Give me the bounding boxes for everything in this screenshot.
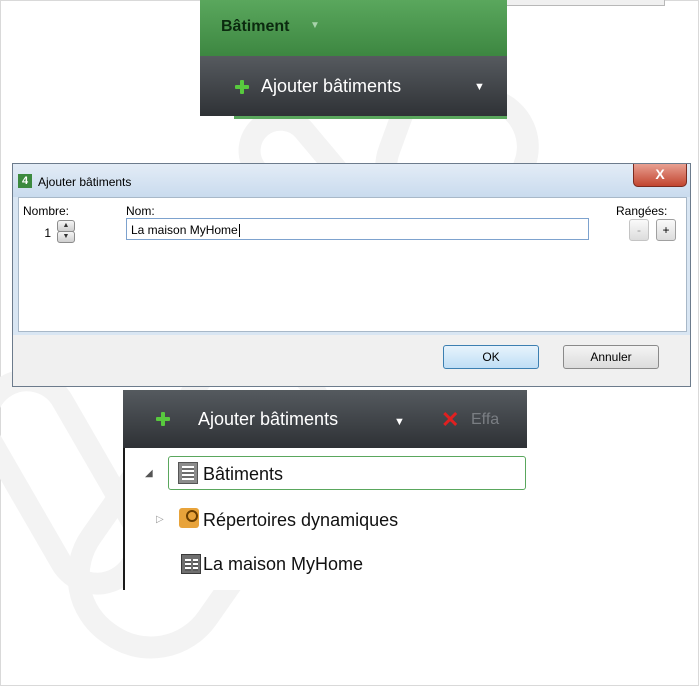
spin-down-icon[interactable]: ▼	[57, 231, 75, 243]
buildings-panel: Ajouter bâtiments ▼ ✕ Effa ◢ Bâtiments ▷…	[123, 390, 529, 590]
count-stepper[interactable]: 1 ▲ ▼	[31, 220, 91, 244]
remove-row-button[interactable]: -	[629, 219, 649, 241]
ok-button[interactable]: OK	[443, 345, 539, 369]
collapse-triangle-icon[interactable]: ◢	[145, 468, 153, 479]
dynamic-folder-icon	[179, 508, 199, 528]
chevron-down-icon[interactable]: ▼	[394, 416, 405, 428]
house-building-icon	[181, 554, 201, 574]
chevron-down-icon[interactable]: ▼	[474, 81, 485, 93]
add-buildings-dialog: 4 Ajouter bâtiments X Nombre: Nom: Rangé…	[12, 163, 691, 387]
app-icon: 4	[18, 174, 32, 188]
tree-item-dynamic-folders[interactable]: Répertoires dynamiques	[203, 510, 398, 531]
add-buildings-button[interactable]: Ajouter bâtiments	[198, 409, 338, 430]
tree-item-myhome[interactable]: La maison MyHome	[203, 554, 363, 575]
ribbon-tab-underline	[234, 116, 507, 119]
rows-label: Rangées:	[616, 204, 668, 218]
expand-triangle-icon[interactable]: ▷	[156, 514, 164, 525]
chevron-down-icon[interactable]: ▼	[310, 20, 320, 31]
count-label: Nombre:	[23, 204, 70, 218]
tree-item-buildings[interactable]: Bâtiments	[203, 464, 283, 485]
delete-button-label[interactable]: Effa	[471, 411, 499, 429]
plus-icon[interactable]	[156, 412, 170, 426]
name-input[interactable]: La maison MyHome	[126, 218, 589, 240]
delete-icon[interactable]: ✕	[441, 407, 459, 433]
ribbon-section-title[interactable]: Bâtiment	[221, 18, 289, 36]
add-buildings-button[interactable]: Ajouter bâtiments	[261, 76, 401, 97]
count-value[interactable]: 1	[37, 226, 51, 240]
building-icon	[178, 462, 198, 484]
add-row-button[interactable]: +	[656, 219, 676, 241]
plus-icon[interactable]	[235, 80, 249, 94]
cancel-button[interactable]: Annuler	[563, 345, 659, 369]
close-button[interactable]: X	[633, 164, 687, 187]
name-value: La maison MyHome	[131, 223, 238, 237]
dialog-body: Nombre: Nom: Rangées: 1 ▲ ▼ La maison My…	[18, 197, 687, 332]
name-label: Nom:	[126, 204, 155, 218]
ribbon: Bâtiment ▼ Ajouter bâtiments ▼	[200, 0, 507, 120]
dialog-title: Ajouter bâtiments	[38, 175, 132, 189]
